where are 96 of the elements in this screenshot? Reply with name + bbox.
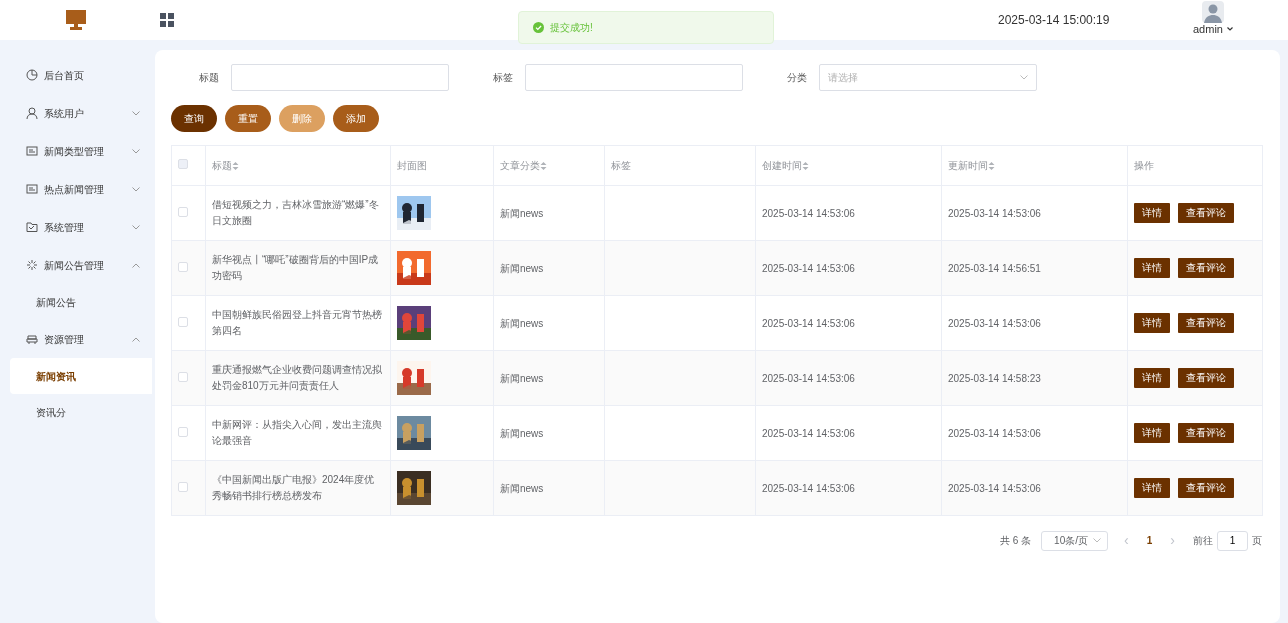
page-suffix: 页 <box>1252 534 1262 548</box>
chevron-down-icon[interactable] <box>132 110 140 116</box>
category-text: 新闻news <box>500 427 544 439</box>
goto-label: 前往 <box>1193 534 1213 548</box>
chevron-up-icon[interactable] <box>132 262 140 268</box>
action-button[interactable]: 查询 <box>171 105 217 132</box>
menu-icon <box>26 107 38 119</box>
category-text: 新闻news <box>500 372 544 384</box>
filter-label: 标题 <box>198 71 220 85</box>
page-number[interactable]: 1 <box>1138 533 1161 548</box>
view-comments-button[interactable]: 查看评论 <box>1178 313 1234 333</box>
view-comments-button[interactable]: 查看评论 <box>1178 478 1234 498</box>
updated-time: 2025-03-14 14:58:23 <box>948 372 1041 384</box>
title-text: 借短视频之力，吉林冰雪旅游“燃爆”冬日文旅圈 <box>212 198 380 228</box>
menu-icon <box>26 183 38 195</box>
sidebar-item[interactable]: 资源管理 <box>0 320 152 358</box>
row-checkbox[interactable] <box>178 206 188 217</box>
row-checkbox[interactable] <box>178 316 188 327</box>
page-size-select[interactable]: 10条/页 <box>1041 530 1109 551</box>
sidebar-item[interactable]: 新闻类型管理 <box>0 132 152 170</box>
view-comments-button[interactable]: 查看评论 <box>1178 203 1234 223</box>
sidebar-item[interactable]: 系统管理 <box>0 208 152 246</box>
chevron-down-icon[interactable] <box>132 224 140 230</box>
menu-icon <box>26 259 38 271</box>
updated-time: 2025-03-14 14:53:06 <box>948 207 1041 219</box>
menu-icon <box>26 221 38 233</box>
select-all-checkbox[interactable] <box>178 159 188 169</box>
sort-icon[interactable] <box>802 160 809 171</box>
sort-icon[interactable] <box>232 160 239 171</box>
action-button[interactable]: 添加 <box>333 105 379 132</box>
chevron-down-icon[interactable] <box>132 186 140 192</box>
menu-icon <box>26 145 38 157</box>
updated-time: 2025-03-14 14:56:51 <box>948 262 1041 274</box>
filter-label: 标签 <box>492 71 514 85</box>
sidebar-item[interactable]: 系统用户 <box>0 94 152 132</box>
view-comments-button[interactable]: 查看评论 <box>1178 258 1234 278</box>
row-checkbox[interactable] <box>178 426 188 437</box>
created-time: 2025-03-14 14:53:06 <box>762 207 855 219</box>
chevron-down-icon[interactable] <box>132 148 140 154</box>
updated-time: 2025-03-14 14:53:06 <box>948 317 1041 329</box>
category-text: 新闻news <box>500 317 544 329</box>
updated-time: 2025-03-14 14:53:06 <box>948 427 1041 439</box>
title-text: 新华视点丨“哪吒”破圈背后的中国IP成功密码 <box>212 253 380 283</box>
detail-button[interactable]: 详情 <box>1134 368 1170 388</box>
menu-icon <box>26 333 38 345</box>
detail-button[interactable]: 详情 <box>1134 203 1170 223</box>
title-text: 重庆通报燃气企业收费问题调查情况拟处罚金810万元并问责责任人 <box>212 363 383 393</box>
row-checkbox[interactable] <box>178 261 188 272</box>
sidebar-subitem[interactable]: 新闻公告 <box>0 284 152 320</box>
view-comments-button[interactable]: 查看评论 <box>1178 423 1234 443</box>
detail-button[interactable]: 详情 <box>1134 478 1170 498</box>
column-header: 封面图 <box>397 159 427 173</box>
caret-icon[interactable] <box>1226 27 1233 31</box>
chevron-up-icon[interactable] <box>132 336 140 342</box>
text-input-field[interactable] <box>525 64 743 91</box>
user-menu[interactable]: admin <box>1193 24 1223 35</box>
sidebar-item[interactable]: 热点新闻管理 <box>0 170 152 208</box>
chevron-down-icon <box>1020 75 1028 80</box>
category-text: 新闻news <box>500 207 544 219</box>
grid-menu-icon[interactable] <box>160 12 175 28</box>
created-time: 2025-03-14 14:53:06 <box>762 372 855 384</box>
view-comments-button[interactable]: 查看评论 <box>1178 368 1234 388</box>
column-header: 操作 <box>1134 159 1154 173</box>
title-text: 中国朝鲜族民俗园登上抖音元宵节热榜第四名 <box>212 308 383 338</box>
filter-label: 分类 <box>786 71 808 85</box>
sort-icon[interactable] <box>540 160 547 171</box>
category-text: 新闻news <box>500 262 544 274</box>
created-time: 2025-03-14 14:53:06 <box>762 317 855 329</box>
created-time: 2025-03-14 14:53:06 <box>762 427 855 439</box>
title-text: 《中国新闻出版广电报》2024年度优秀畅销书排行榜总榜发布 <box>212 473 376 503</box>
toast-message: 提交成功! <box>550 21 593 35</box>
sort-icon[interactable] <box>988 160 995 171</box>
created-time: 2025-03-14 14:53:06 <box>762 482 855 494</box>
page-input-field[interactable]: 1 <box>1217 530 1248 551</box>
text-input-field[interactable] <box>231 64 449 91</box>
action-button[interactable]: 重置 <box>225 105 271 132</box>
title-text: 中新网评：从指尖入心间，发出主流舆论最强音 <box>212 418 383 448</box>
created-time: 2025-03-14 14:53:06 <box>762 262 855 274</box>
sidebar-item[interactable]: 新闻公告管理 <box>0 246 152 284</box>
total-count: 共 6 条 <box>999 534 1032 548</box>
monitor-logo-icon <box>65 10 87 30</box>
row-checkbox[interactable] <box>178 371 188 382</box>
sidebar-subitem[interactable]: 新闻资讯 <box>10 358 152 394</box>
sidebar-item[interactable]: 后台首页 <box>0 56 152 94</box>
chevron-down-icon <box>1093 538 1102 543</box>
menu-icon <box>26 69 38 81</box>
datetime-text: 2025-03-14 15:00:19 <box>998 12 1110 29</box>
success-icon <box>533 22 544 33</box>
detail-button[interactable]: 详情 <box>1134 423 1170 443</box>
detail-button[interactable]: 详情 <box>1134 313 1170 333</box>
sidebar-subitem[interactable]: 资讯分 <box>0 394 152 430</box>
detail-button[interactable]: 详情 <box>1134 258 1170 278</box>
column-header: 标签 <box>611 159 631 173</box>
row-checkbox[interactable] <box>178 481 188 492</box>
category-text: 新闻news <box>500 482 544 494</box>
updated-time: 2025-03-14 14:53:06 <box>948 482 1041 494</box>
